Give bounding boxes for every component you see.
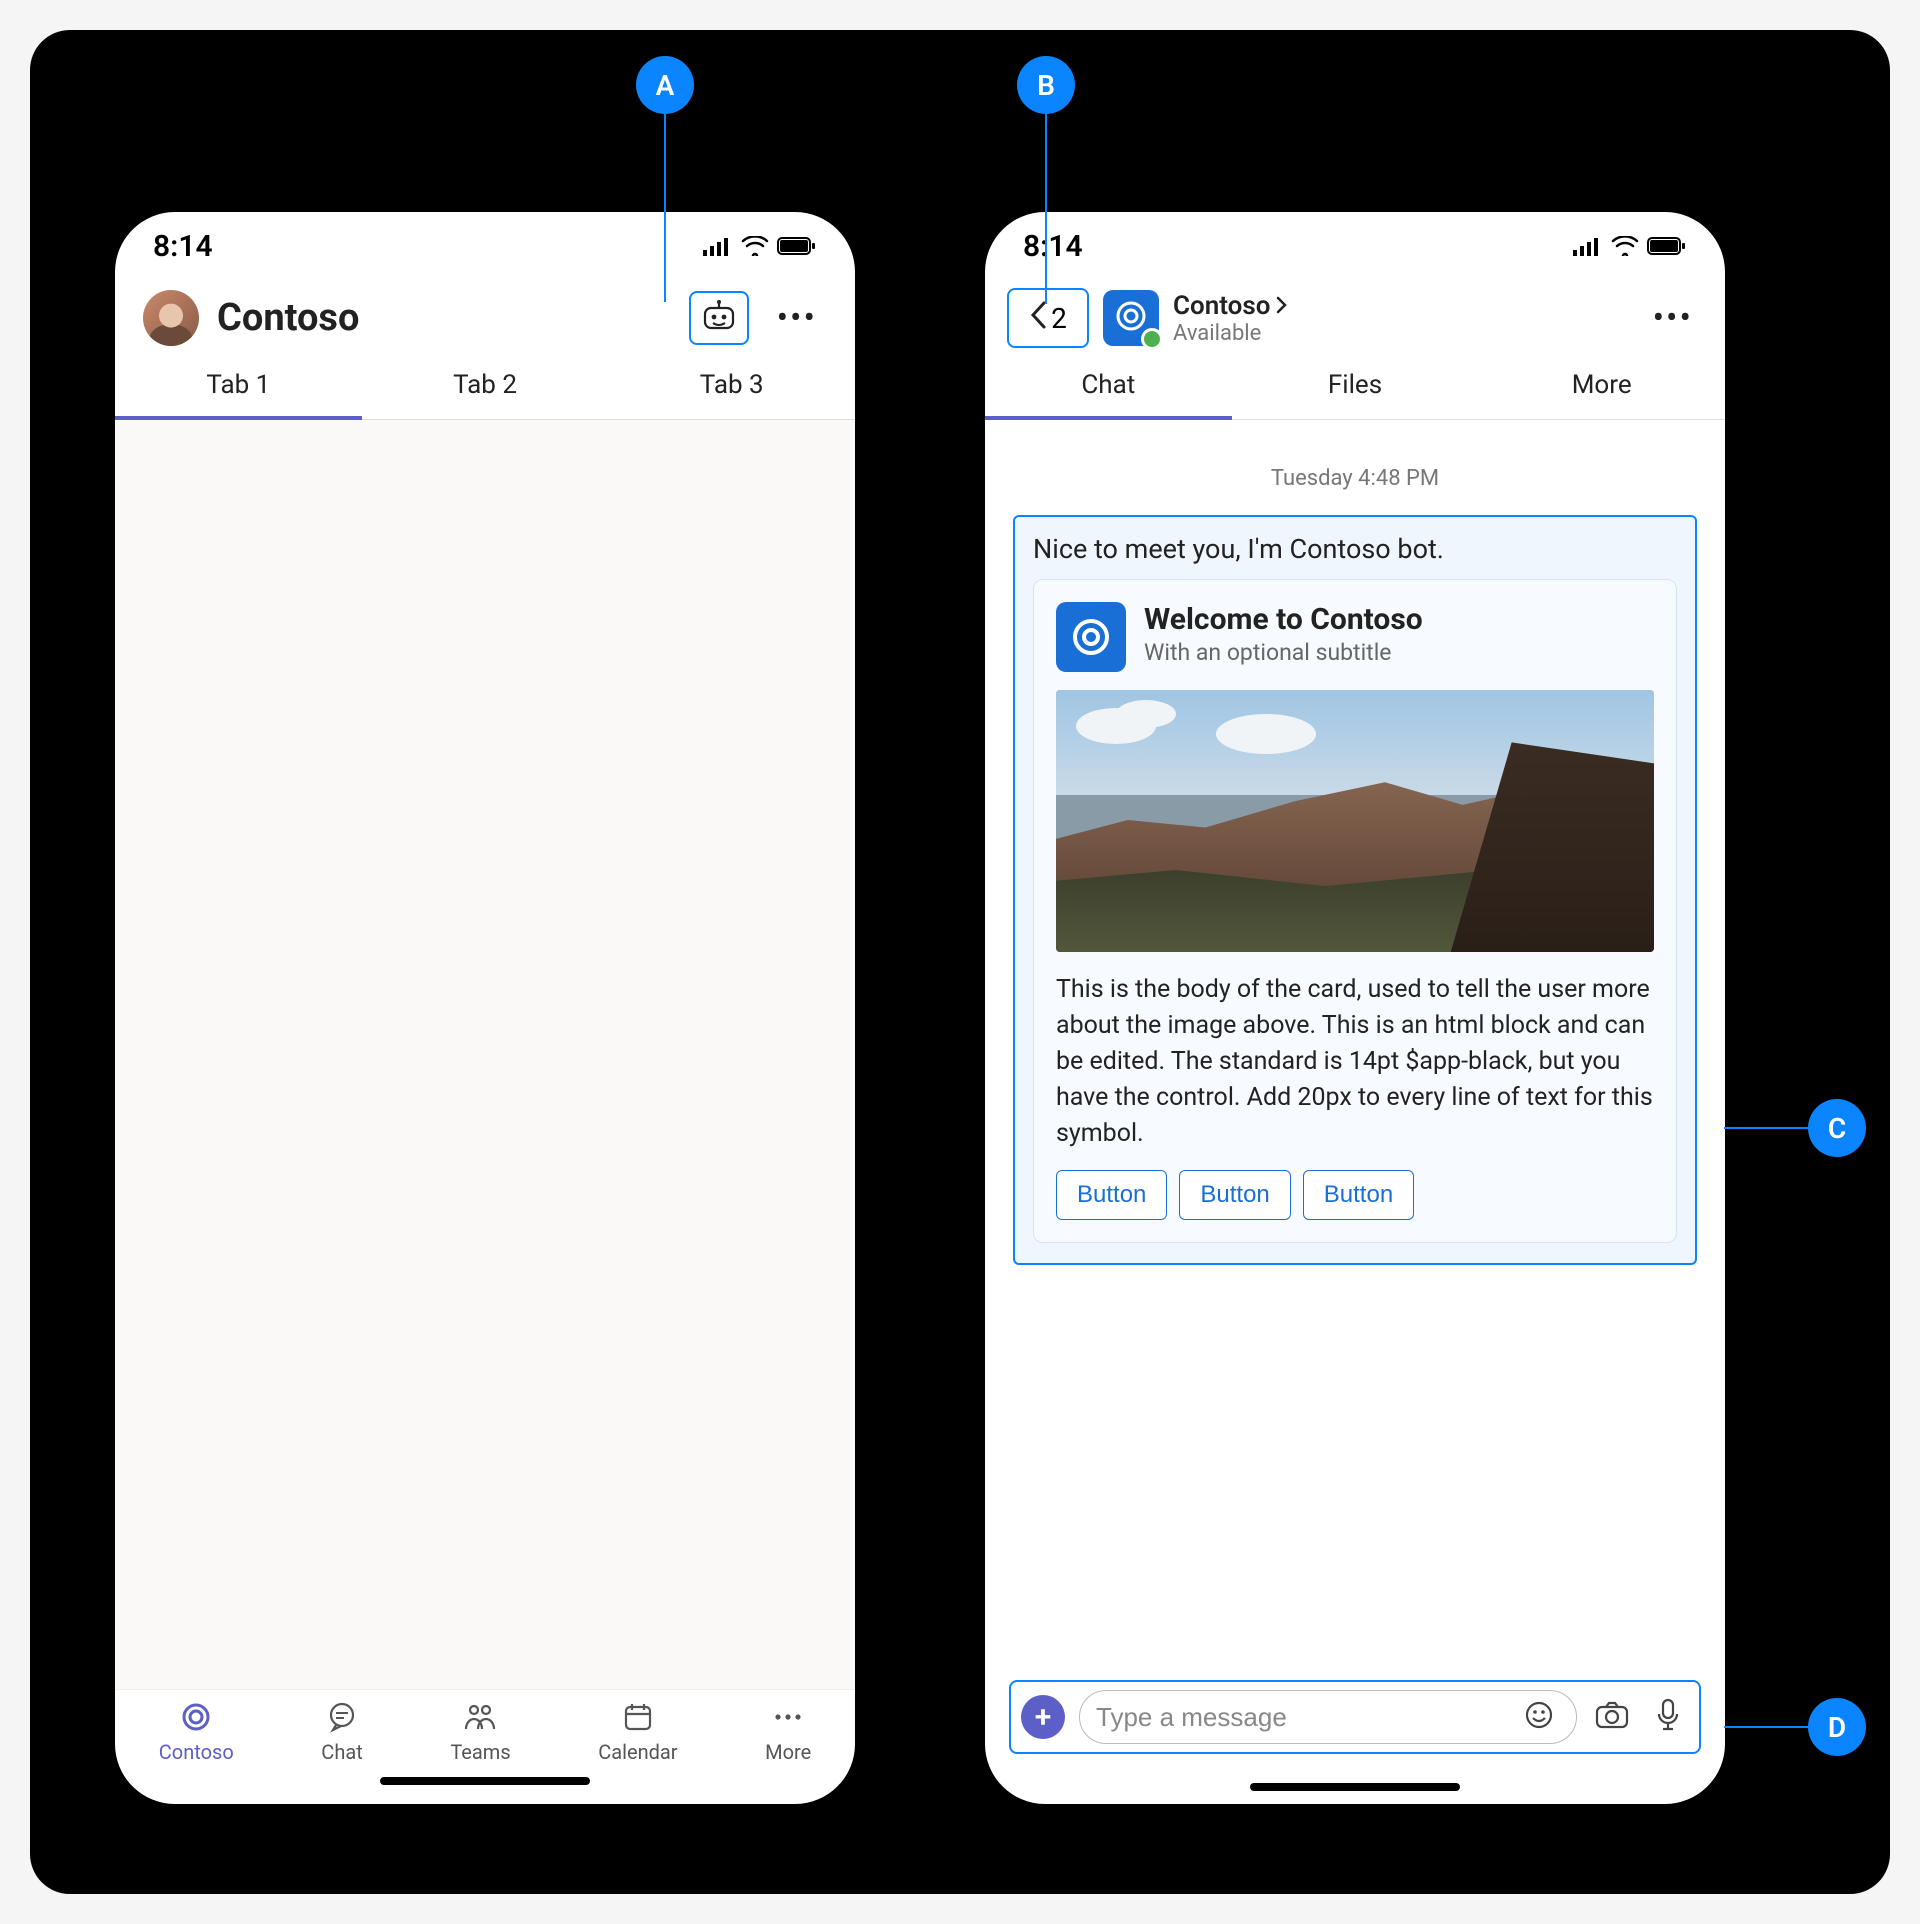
card-button-1[interactable]: Button: [1056, 1170, 1167, 1220]
nav-teams[interactable]: Teams: [450, 1700, 510, 1764]
more-button[interactable]: •••: [1643, 290, 1703, 346]
tab-more[interactable]: More: [1478, 356, 1725, 419]
chat-title[interactable]: Contoso: [1173, 291, 1629, 321]
card-app-icon: [1056, 602, 1126, 672]
avatar[interactable]: [143, 290, 199, 346]
phone-left: 8:14 Contoso •••: [115, 212, 855, 1804]
callout-a: A: [636, 56, 694, 114]
status-time: 8:14: [1023, 229, 1083, 264]
nav-label: Chat: [321, 1740, 362, 1764]
tab-content: [115, 420, 855, 1689]
status-bar: 8:14: [115, 212, 855, 280]
mic-button[interactable]: [1647, 1696, 1689, 1738]
plus-icon: +: [1035, 1700, 1052, 1735]
callout-d: D: [1808, 1698, 1866, 1756]
tab-bar: Tab 1 Tab 2 Tab 3: [115, 356, 855, 420]
message-timestamp: Tuesday 4:48 PM: [985, 420, 1725, 507]
bottom-nav: Contoso Chat Teams: [115, 1689, 855, 1804]
compose-bar: +: [1009, 1680, 1701, 1754]
card-subtitle: With an optional subtitle: [1144, 639, 1423, 666]
message-input-wrap: [1079, 1690, 1577, 1744]
nav-calendar[interactable]: Calendar: [598, 1700, 677, 1764]
phone-right: 8:14 2: [985, 212, 1725, 1804]
chat-icon: [326, 1700, 358, 1734]
card-body: This is the body of the card, used to te…: [1056, 972, 1654, 1152]
camera-icon: [1595, 1700, 1629, 1734]
callout-d-line: [1724, 1726, 1808, 1728]
wifi-icon: [1611, 236, 1639, 256]
diagram-canvas: A B C D 8:14 Contoso: [30, 30, 1890, 1894]
chat-scroll[interactable]: Tuesday 4:48 PM Nice to meet you, I'm Co…: [985, 420, 1725, 1680]
adaptive-card: Welcome to Contoso With an optional subt…: [1033, 579, 1677, 1243]
card-button-3[interactable]: Button: [1303, 1170, 1414, 1220]
nav-label: Calendar: [598, 1740, 677, 1764]
battery-icon: [1647, 236, 1687, 256]
nav-contoso[interactable]: Contoso: [159, 1700, 234, 1764]
app-header: Contoso •••: [115, 280, 855, 356]
chat-title-text: Contoso: [1173, 291, 1270, 321]
presence-available-icon: [1141, 328, 1163, 350]
tab-files[interactable]: Files: [1232, 356, 1479, 419]
back-count: 2: [1051, 302, 1067, 335]
chat-header: 2 Contoso Available •••: [985, 280, 1725, 356]
tab-3[interactable]: Tab 3: [608, 356, 855, 419]
mic-icon: [1656, 1698, 1680, 1736]
bot-button[interactable]: [689, 291, 749, 345]
home-indicator: [115, 1764, 855, 1798]
calendar-icon: [622, 1700, 654, 1734]
app-title: Contoso: [217, 296, 671, 340]
battery-icon: [777, 236, 817, 256]
callout-b-line: [1045, 114, 1047, 304]
chat-tabs: Chat Files More: [985, 356, 1725, 420]
status-bar: 8:14: [985, 212, 1725, 280]
signal-icon: [1573, 236, 1603, 256]
card-button-2[interactable]: Button: [1179, 1170, 1290, 1220]
message-input[interactable]: [1096, 1702, 1508, 1733]
callout-c: C: [1808, 1099, 1866, 1157]
card-image: [1056, 690, 1654, 952]
chat-status: Available: [1173, 321, 1629, 346]
chevron-right-icon: [1276, 291, 1288, 321]
bot-message: Nice to meet you, I'm Contoso bot. Welco…: [1013, 515, 1697, 1265]
bot-icon: [702, 300, 736, 336]
card-title: Welcome to Contoso: [1144, 602, 1423, 637]
wifi-icon: [741, 236, 769, 256]
message-text: Nice to meet you, I'm Contoso bot.: [1033, 533, 1677, 565]
tab-chat[interactable]: Chat: [985, 356, 1232, 420]
camera-button[interactable]: [1591, 1696, 1633, 1738]
contoso-icon: [180, 1700, 212, 1734]
tab-2[interactable]: Tab 2: [362, 356, 609, 419]
emoji-icon: [1524, 1700, 1554, 1734]
more-button[interactable]: •••: [767, 290, 827, 346]
tab-1[interactable]: Tab 1: [115, 356, 362, 420]
status-time: 8:14: [153, 229, 213, 264]
chevron-left-icon: [1029, 300, 1047, 337]
callout-b: B: [1017, 56, 1075, 114]
app-avatar[interactable]: [1103, 290, 1159, 346]
compose-add-button[interactable]: +: [1021, 1695, 1065, 1739]
callout-c-line: [1724, 1127, 1808, 1129]
nav-label: Teams: [450, 1740, 510, 1764]
nav-label: Contoso: [159, 1740, 234, 1764]
nav-label: More: [765, 1740, 811, 1764]
more-icon: [772, 1700, 804, 1734]
emoji-button[interactable]: [1518, 1696, 1560, 1738]
callout-a-line: [664, 114, 666, 302]
nav-chat[interactable]: Chat: [321, 1700, 362, 1764]
home-indicator: [985, 1770, 1725, 1804]
nav-more[interactable]: More: [765, 1700, 811, 1764]
back-button[interactable]: 2: [1007, 288, 1089, 348]
signal-icon: [703, 236, 733, 256]
teams-icon: [462, 1700, 498, 1734]
